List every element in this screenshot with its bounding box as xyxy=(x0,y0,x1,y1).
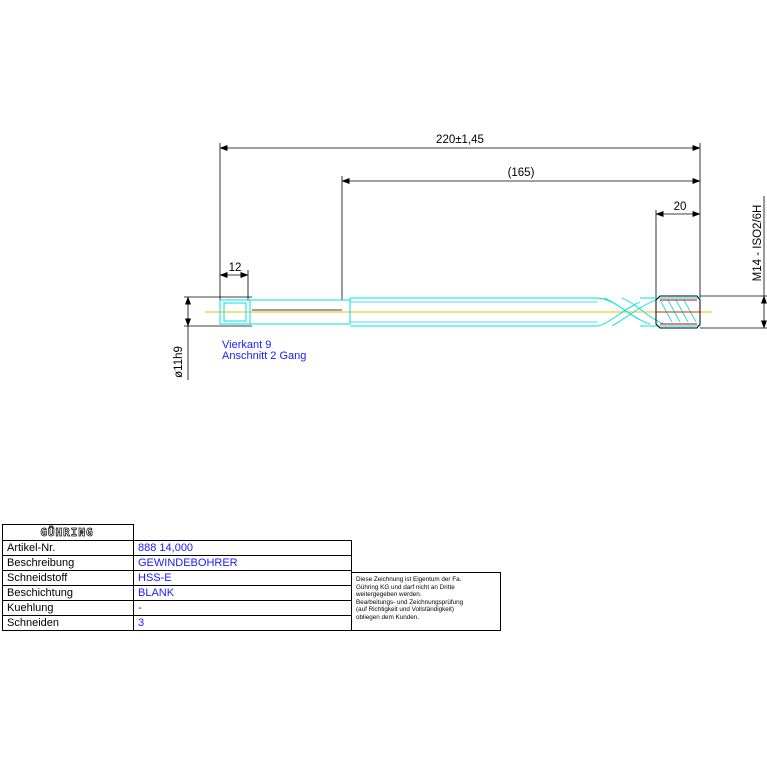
chamfer-length-label: 20 xyxy=(674,201,687,213)
overall-length-label: 220±1,45 xyxy=(436,134,484,146)
title-block: Artikel-Nr. 888 14,000 Beschreibung GEWI… xyxy=(2,524,352,631)
notice-line: Gühring KG und darf nicht an Dritte xyxy=(356,583,455,591)
label-schneidstoff: Schneidstoff xyxy=(2,570,134,586)
notice-line: obliegen dem Kunden. xyxy=(356,613,420,621)
title-row-beschreibung: Beschreibung GEWINDEBOHRER xyxy=(2,555,352,571)
label-kuehlung: Kuehlung xyxy=(2,600,134,616)
ownership-notice: Diese Zeichnung ist Eigentum der Fa. Güh… xyxy=(351,572,501,631)
notice-line: weitergegeben werden. xyxy=(356,591,422,599)
label-artikel: Artikel-Nr. xyxy=(2,540,134,556)
label-beschreibung: Beschreibung xyxy=(2,555,134,571)
dimension-lines xyxy=(185,145,767,380)
value-kuehlung: - xyxy=(133,600,352,616)
value-artikel: 888 14,000 xyxy=(133,540,352,556)
notice-line: (auf Richtigkeit und Vollständigkeit) xyxy=(356,606,455,614)
chamfer-annotation: Anschnitt 2 Gang xyxy=(222,350,306,362)
tap-tool xyxy=(205,295,712,329)
technical-drawing: 220±1,45 (165) 20 12 M14 - ISO2/6H ø11h9… xyxy=(173,134,767,380)
notice-line: Diese Zeichnung ist Eigentum der Fa. xyxy=(356,576,462,583)
shank-diameter-label: ø11h9 xyxy=(173,346,185,378)
guehring-logo: GÜHRING xyxy=(40,525,94,539)
value-schneidstoff: HSS-E xyxy=(133,570,352,586)
title-row-schneidstoff: Schneidstoff HSS-E xyxy=(2,570,352,586)
thread-length-label: (165) xyxy=(508,167,535,179)
title-row-kuehlung: Kuehlung - xyxy=(2,600,352,616)
title-row-artikel: Artikel-Nr. 888 14,000 xyxy=(2,540,352,556)
label-schneiden: Schneiden xyxy=(2,615,134,631)
label-beschichtung: Beschichtung xyxy=(2,585,134,601)
value-beschichtung: BLANK xyxy=(133,585,352,601)
square-length-label: 12 xyxy=(229,262,242,274)
value-schneiden: 3 xyxy=(133,615,352,631)
notice-line: Bearbeitungs- und Zeichnungsprüfung xyxy=(356,598,464,606)
title-row-schneiden: Schneiden 3 xyxy=(2,615,352,631)
value-beschreibung: GEWINDEBOHRER xyxy=(133,555,352,571)
thread-spec-label: M14 - ISO2/6H xyxy=(752,205,764,282)
title-row-beschichtung: Beschichtung BLANK xyxy=(2,585,352,601)
